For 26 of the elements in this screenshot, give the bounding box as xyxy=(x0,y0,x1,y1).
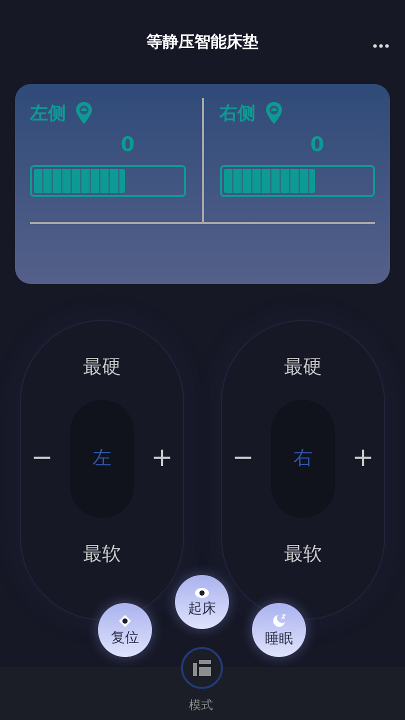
pressure-value: 0 xyxy=(120,132,135,156)
side-indicator: 左 xyxy=(92,446,112,472)
moon-icon xyxy=(272,614,286,628)
side-indicator: 右 xyxy=(294,446,312,472)
eye-icon xyxy=(195,588,209,598)
location-pin-icon xyxy=(76,102,92,124)
pressure-value: 0 xyxy=(310,132,324,156)
mode-button[interactable]: 复位 xyxy=(98,603,152,657)
side-label: 右侧 xyxy=(220,102,256,126)
tab-label: 模式 xyxy=(189,697,213,713)
more-icon[interactable] xyxy=(373,44,389,48)
mode-button[interactable]: 睡眠 xyxy=(252,603,306,657)
increase-button[interactable]: + xyxy=(150,439,174,478)
mode-button[interactable]: 起床 xyxy=(175,575,229,629)
firmness-min-label: 最软 xyxy=(83,542,121,566)
mode-tab[interactable] xyxy=(181,647,223,689)
page-title: 等静压智能床垫 xyxy=(146,31,258,53)
firmness-max-label: 最硬 xyxy=(83,355,121,380)
firmness-min-label: 最软 xyxy=(284,542,322,566)
decrease-button[interactable]: − xyxy=(30,439,54,478)
firmness-max-label: 最硬 xyxy=(284,355,322,380)
location-pin-icon xyxy=(266,102,282,124)
decrease-button[interactable]: − xyxy=(231,439,255,478)
target-icon xyxy=(119,614,131,626)
increase-button[interactable]: + xyxy=(351,439,375,478)
side-label: 左侧 xyxy=(30,102,66,126)
